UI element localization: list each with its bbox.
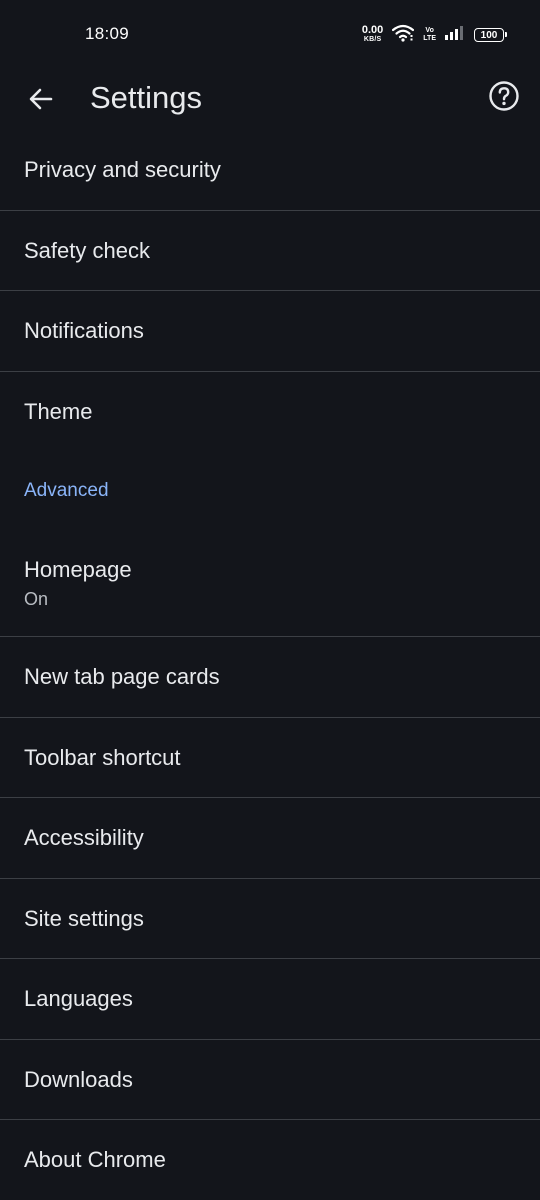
help-button[interactable]	[482, 76, 526, 120]
settings-item-summary: On	[24, 588, 49, 609]
settings-item-label: Homepage	[24, 556, 132, 582]
settings-item-accessibility[interactable]: Accessibility	[0, 798, 540, 879]
network-speed-value: 0.00	[361, 24, 384, 36]
settings-list: Privacy and security Safety check Notifi…	[0, 130, 540, 1200]
settings-item-label: Downloads	[24, 1066, 133, 1092]
arrow-back-icon	[27, 85, 55, 118]
settings-item-label: Notifications	[24, 318, 144, 343]
status-bar: 18:09 0.00 KB/S Vo LTE 100	[0, 0, 540, 70]
settings-item-toolbar-shortcut[interactable]: Toolbar shortcut	[0, 718, 540, 798]
settings-item-languages[interactable]: Languages	[0, 959, 540, 1040]
settings-item-label: Safety check	[24, 237, 150, 263]
battery-icon: 100	[474, 28, 507, 42]
settings-item-notifications[interactable]: Notifications	[0, 291, 540, 372]
settings-item-label: Theme	[24, 399, 93, 424]
settings-item-about-chrome[interactable]: About Chrome	[0, 1120, 540, 1200]
settings-item-label: Privacy and security	[24, 157, 221, 182]
wifi-icon	[392, 24, 415, 47]
status-icons: 0.00 KB/S Vo LTE 100	[361, 24, 507, 47]
network-speed-unit: KB/S	[363, 36, 382, 43]
settings-item-site-settings[interactable]: Site settings	[0, 879, 540, 959]
volte-indicator: Vo LTE	[423, 27, 436, 43]
settings-item-safety-check[interactable]: Safety check	[0, 211, 540, 291]
signal-icon	[445, 25, 465, 45]
back-button[interactable]	[18, 78, 64, 124]
settings-item-downloads[interactable]: Downloads	[0, 1040, 540, 1120]
settings-item-homepage[interactable]: Homepage On	[0, 530, 540, 637]
help-circle-icon	[488, 80, 520, 117]
volte-bottom-label: LTE	[423, 35, 436, 42]
battery-level: 100	[480, 29, 498, 41]
section-header-advanced: Advanced	[24, 480, 109, 501]
network-speed: 0.00 KB/S	[361, 24, 384, 44]
settings-item-theme[interactable]: Theme	[0, 372, 540, 452]
settings-item-label: Accessibility	[24, 825, 144, 850]
settings-item-privacy-and-security[interactable]: Privacy and security	[0, 130, 540, 211]
page-title: Settings	[90, 80, 203, 115]
app-toolbar: Settings	[0, 70, 540, 130]
settings-item-label: Site settings	[24, 905, 144, 931]
settings-item-label: Toolbar shortcut	[24, 744, 181, 770]
status-time: 18:09	[85, 24, 130, 43]
settings-item-label: New tab page cards	[24, 664, 220, 689]
settings-item-new-tab-page-cards[interactable]: New tab page cards	[0, 637, 540, 718]
settings-item-label: Languages	[24, 986, 133, 1011]
volte-top-label: Vo	[425, 27, 434, 34]
settings-item-label: About Chrome	[24, 1147, 166, 1172]
